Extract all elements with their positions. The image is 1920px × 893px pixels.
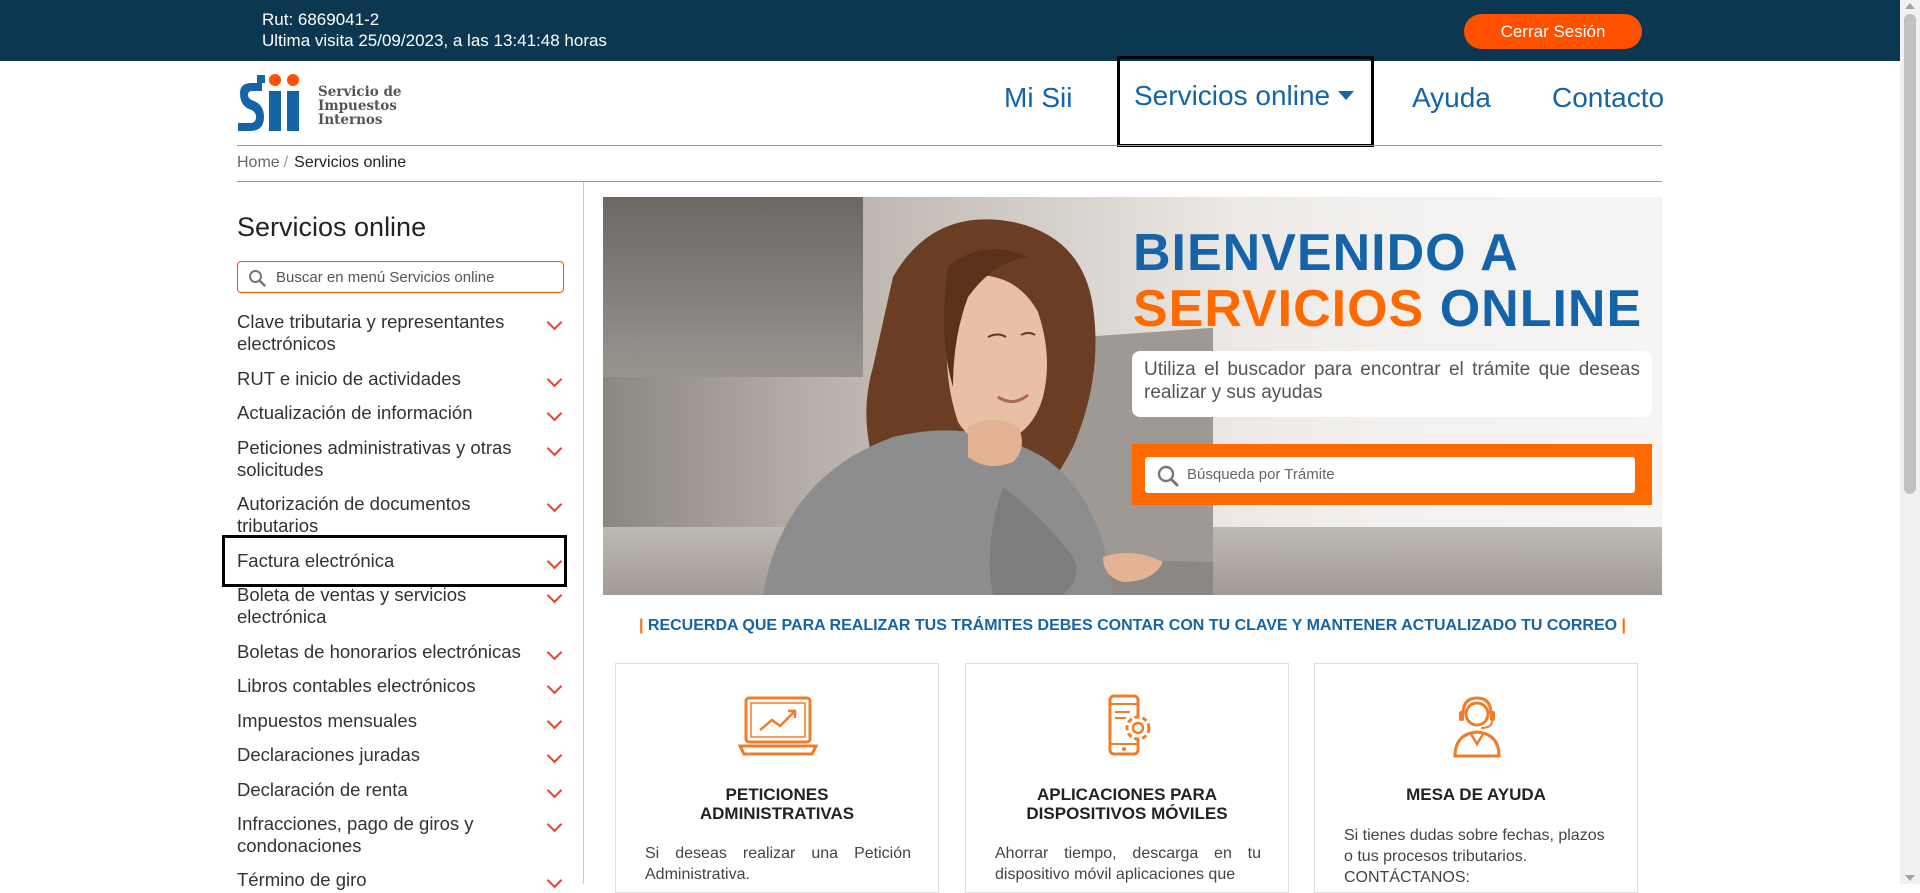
scrollbar-thumb[interactable] [1904,14,1916,494]
nav-highlight-box [1117,56,1374,147]
chevron-down-icon [546,405,563,422]
sidebar-item-boleta-ventas[interactable]: Boleta de ventas y servicios electrónica [237,584,565,628]
sidebar-item-infracciones[interactable]: Infracciones, pago de giros y condonacio… [237,813,565,857]
headset-agent-icon [1453,696,1501,758]
logo-text: Servicio de Impuestos Internos [318,84,402,128]
card-peticiones-administrativas[interactable]: PETICIONES ADMINISTRATIVAS Si deseas real… [615,663,939,893]
user-info: Rut: 6869041-2 Ultima visita 25/09/2023,… [262,9,607,51]
sidebar-item-libros[interactable]: Libros contables electrónicos [237,675,565,697]
sidebar-item-rut[interactable]: RUT e inicio de actividades [237,368,565,390]
scroll-down-icon[interactable] [1905,875,1915,881]
factura-highlight-box [222,535,567,587]
chevron-down-icon [546,678,563,695]
chevron-down-icon [546,496,563,513]
chevron-down-icon [546,644,563,661]
top-bar: Rut: 6869041-2 Ultima visita 25/09/2023,… [0,0,1900,61]
sidebar-item-autorizacion[interactable]: Autorización de documentos tributarios [237,493,565,537]
hero-description: Utiliza el buscador para encontrar el tr… [1132,351,1652,417]
card-body: Si deseas realizar una Petición Administ… [645,845,911,883]
hero-search-container: Búsqueda por Trámite [1132,444,1652,505]
sii-logo[interactable]: Servicio de Impuestos Internos [236,71,406,133]
breadcrumb-divider [237,181,1662,182]
last-visit-text: Ultima visita 25/09/2023, a las 13:41:48… [262,31,607,50]
rut-text: Rut: 6869041-2 [262,10,380,29]
sii-logo-mark-icon [238,74,299,131]
breadcrumb-current: Servicios online [294,154,407,171]
chevron-down-icon [546,713,563,730]
breadcrumb-separator: / [283,154,289,171]
search-icon [249,270,266,287]
sidebar-item-clave-tributaria[interactable]: Clave tributaria y representantes electr… [237,311,565,355]
search-icon [1157,465,1179,487]
sidebar-item-declaraciones[interactable]: Declaraciones juradas [237,744,565,766]
sidebar-title: Servicios online [237,212,427,242]
chevron-down-icon [546,816,563,833]
tramite-search-placeholder: Búsqueda por Trámite [1187,466,1335,483]
breadcrumb-home[interactable]: Home [237,154,280,171]
chevron-down-icon [546,747,563,764]
chevron-down-icon [546,587,563,604]
chevron-down-icon [546,440,563,457]
sidebar-item-boletas-honorarios[interactable]: Boletas de honorarios electrónicas [237,641,565,663]
sidebar-item-impuestos[interactable]: Impuestos mensuales [237,710,565,732]
sidebar-item-actualizacion[interactable]: Actualización de información [237,402,565,424]
notice-banner: | RECUERDA QUE PARA REALIZAR TUS TRÁMITE… [638,617,1627,634]
sidebar-search-input[interactable]: Buscar en menú Servicios online [237,261,564,293]
nav-ayuda[interactable]: Ayuda [1412,82,1491,114]
header-divider [237,145,1662,146]
card-aplicaciones-moviles[interactable]: APLICACIONES PARA DISPOSITIVOS MÓVILES Ah… [965,663,1289,893]
card-body: Si tienes dudas sobre fechas, plazos o t… [1344,827,1605,886]
sidebar-item-termino[interactable]: Término de giro [237,869,565,891]
logout-button[interactable]: Cerrar Sesión [1464,14,1642,49]
sidebar-item-peticiones[interactable]: Peticiones administrativas y otras solic… [237,437,565,481]
card-title: MESA DE AYUDA [1406,785,1546,804]
tramite-search-input[interactable]: Búsqueda por Trámite [1145,457,1635,493]
notice-text: RECUERDA QUE PARA REALIZAR TUS TRÁMITES … [647,617,1618,634]
sidebar-item-renta[interactable]: Declaración de renta [237,779,565,801]
laptop-chart-icon [738,696,818,756]
sidebar-divider [583,182,584,884]
card-mesa-de-ayuda[interactable]: MESA DE AYUDA Si tienes dudas sobre fech… [1314,663,1638,893]
chevron-down-icon [546,371,563,388]
mobile-gear-icon [1108,694,1151,756]
chevron-down-icon [546,782,563,799]
sidebar-search-placeholder: Buscar en menú Servicios online [276,269,495,286]
page-scrollbar[interactable] [1900,0,1920,884]
nav-contacto[interactable]: Contacto [1552,82,1664,114]
scroll-up-icon[interactable] [1905,3,1915,9]
card-title: PETICIONES ADMINISTRATIVAS [699,785,855,823]
card-body: Ahorrar tiempo, descarga en tu dispositi… [995,845,1261,883]
chevron-down-icon [546,314,563,331]
card-title: APLICACIONES PARA DISPOSITIVOS MÓVILES [1026,785,1228,823]
hero-banner: BIENVENIDO A SERVICIOS ONLINE Utiliza el… [603,197,1662,595]
hero-title-line1: BIENVENIDO A [1133,224,1519,282]
nav-mi-sii[interactable]: Mi Sii [1004,82,1072,114]
hero-title-line2: SERVICIOS ONLINE [1133,280,1643,338]
breadcrumb: Home / Servicios online [237,154,406,172]
chevron-down-icon [546,872,563,889]
